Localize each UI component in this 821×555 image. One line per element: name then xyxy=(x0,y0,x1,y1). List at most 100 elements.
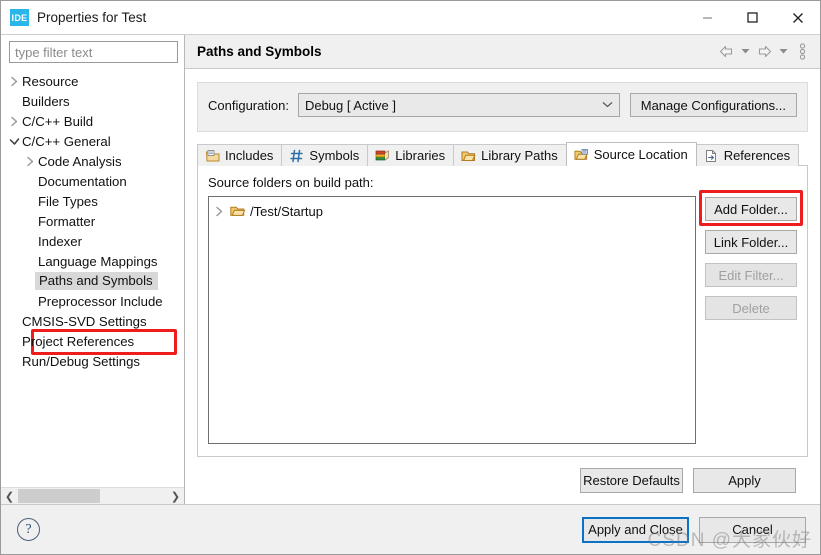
filter-container xyxy=(1,35,184,67)
chevron-right-icon[interactable] xyxy=(7,76,21,87)
forward-dropdown-chevron-down-icon[interactable] xyxy=(775,42,792,62)
sidebar-item-c-c-build[interactable]: C/C++ Build xyxy=(1,111,184,131)
tab-bar[interactable]: Includes Symbols Libraries Library Paths Sou… xyxy=(197,142,808,166)
tab-includes[interactable]: Includes xyxy=(197,144,283,166)
symbols-hash-icon xyxy=(289,148,304,163)
sidebar-item-c-c-general[interactable]: C/C++ General xyxy=(1,131,184,151)
references-icon xyxy=(704,148,719,163)
tab-label: Library Paths xyxy=(481,148,558,163)
sidebar-item-label: Run/Debug Settings xyxy=(22,353,141,369)
sidebar-item-label: CMSIS-SVD Settings xyxy=(22,313,147,329)
tab-label: Libraries xyxy=(395,148,446,163)
sidebar-item-label: Resource xyxy=(22,73,79,89)
sidebar-item-label: Documentation xyxy=(38,173,127,189)
help-icon[interactable]: ? xyxy=(17,518,40,541)
folder-icon xyxy=(230,205,246,218)
tabs-area: Includes Symbols Libraries Library Paths Sou… xyxy=(197,142,808,504)
libraries-icon xyxy=(375,148,390,163)
configuration-selected-value: Debug [ Active ] xyxy=(304,97,397,113)
sidebar-item-label: Project References xyxy=(22,333,135,349)
maximize-icon[interactable] xyxy=(730,1,775,34)
sidebar-item-documentation[interactable]: Documentation xyxy=(1,171,184,191)
sidebar-item-label: C/C++ Build xyxy=(22,113,94,129)
source-folders-label: Source folders on build path: xyxy=(208,175,374,190)
library-paths-icon xyxy=(461,148,476,163)
apply-row: Restore Defaults Apply xyxy=(197,457,808,504)
chevron-down-icon[interactable] xyxy=(7,137,21,146)
source-folders-list[interactable]: /Test/Startup xyxy=(208,196,696,444)
tab-label: Symbols xyxy=(309,148,360,163)
page-toolbar xyxy=(718,42,820,62)
sidebar-item-formatter[interactable]: Formatter xyxy=(1,211,184,231)
sidebar-item-indexer[interactable]: Indexer xyxy=(1,231,184,251)
chevron-right-icon[interactable] xyxy=(7,116,21,127)
tab-source-location[interactable]: Source Location xyxy=(565,142,697,166)
close-icon[interactable] xyxy=(775,1,820,34)
source-folder-path: /Test/Startup xyxy=(250,204,323,219)
configuration-label: Configuration: xyxy=(208,97,289,113)
properties-dialog: IDE Properties for Test Resource Builders… xyxy=(0,0,821,555)
configuration-select[interactable]: Debug [ Active ] xyxy=(297,93,620,117)
source-folders-body: /Test/Startup Add Folder... Link Folder..… xyxy=(208,190,803,444)
edit-filter-button: Edit Filter... xyxy=(705,263,797,287)
chevron-right-icon[interactable] xyxy=(213,206,226,217)
sidebar-item-label: Paths and Symbols xyxy=(35,272,158,290)
source-location-panel: Source folders on build path: /Test/Star… xyxy=(197,165,808,457)
sidebar-item-label: Builders xyxy=(22,93,70,109)
scrollbar-thumb[interactable] xyxy=(18,489,100,503)
sidebar-item-label: Indexer xyxy=(38,233,82,249)
sidebar-item-cmsis-svd-settings[interactable]: CMSIS-SVD Settings xyxy=(1,311,184,331)
tab-references[interactable]: References xyxy=(695,144,800,166)
sidebar-item-label: Language Mappings xyxy=(38,253,158,269)
sidebar-item-code-analysis[interactable]: Code Analysis xyxy=(1,151,184,171)
minimize-icon[interactable] xyxy=(685,1,730,34)
settings-tree[interactable]: Resource Builders C/C++ Build C/C++ General… xyxy=(1,67,184,487)
sidebar-item-language-mappings[interactable]: Language Mappings xyxy=(1,251,184,271)
configuration-group: Configuration: Debug [ Active ] Manage C… xyxy=(197,82,808,132)
scrollbar-track[interactable] xyxy=(18,488,167,504)
link-folder-button[interactable]: Link Folder... xyxy=(705,230,797,254)
includes-icon xyxy=(205,148,220,163)
settings-sidebar: Resource Builders C/C++ Build C/C++ General… xyxy=(1,35,185,504)
sidebar-item-preprocessor-include[interactable]: Preprocessor Include xyxy=(1,291,184,311)
sidebar-item-file-types[interactable]: File Types xyxy=(1,191,184,211)
filter-input[interactable] xyxy=(9,41,178,63)
back-arrow-icon[interactable] xyxy=(718,42,735,62)
sidebar-item-project-references[interactable]: Project References xyxy=(1,331,184,351)
page-title: Paths and Symbols xyxy=(197,44,322,59)
dialog-footer: ? Apply and Close Cancel CSDN @大家伙好 xyxy=(1,504,820,554)
cancel-button[interactable]: Cancel xyxy=(699,516,806,543)
tab-label: References xyxy=(723,148,791,163)
sidebar-item-label: Formatter xyxy=(38,213,96,229)
ide-app-icon: IDE xyxy=(10,9,29,26)
forward-arrow-icon[interactable] xyxy=(756,42,773,62)
sidebar-item-label: Code Analysis xyxy=(38,153,122,169)
chevron-right-icon[interactable] xyxy=(23,156,37,167)
apply-button[interactable]: Apply xyxy=(693,468,796,493)
back-dropdown-chevron-down-icon[interactable] xyxy=(737,42,754,62)
delete-button: Delete xyxy=(705,296,797,320)
sidebar-item-resource[interactable]: Resource xyxy=(1,71,184,91)
tab-libraries[interactable]: Libraries xyxy=(367,144,455,166)
sidebar-item-builders[interactable]: Builders xyxy=(1,91,184,111)
sidebar-item-run-debug-settings[interactable]: Run/Debug Settings xyxy=(1,351,184,371)
sidebar-item-label: Preprocessor Include xyxy=(38,293,163,309)
sidebar-item-paths-and-symbols[interactable]: Paths and Symbols xyxy=(1,271,184,291)
add-folder-button[interactable]: Add Folder... xyxy=(705,197,797,221)
sidebar-horizontal-scrollbar[interactable]: ❮ ❯ xyxy=(1,487,184,504)
chevron-down-icon xyxy=(602,100,613,110)
page-header: Paths and Symbols xyxy=(185,35,820,69)
view-menu-icon[interactable] xyxy=(794,42,811,62)
source-folder-row[interactable]: /Test/Startup xyxy=(213,202,691,221)
scroll-left-icon[interactable]: ❮ xyxy=(1,488,18,504)
tab-symbols[interactable]: Symbols xyxy=(281,144,369,166)
restore-defaults-button[interactable]: Restore Defaults xyxy=(580,468,683,493)
footer-buttons: Apply and Close Cancel xyxy=(582,516,806,543)
scroll-right-icon[interactable]: ❯ xyxy=(167,488,184,504)
tab-label: Includes xyxy=(225,148,274,163)
tab-library-paths[interactable]: Library Paths xyxy=(453,144,567,166)
apply-and-close-button[interactable]: Apply and Close xyxy=(582,516,689,543)
manage-configurations-button[interactable]: Manage Configurations... xyxy=(629,93,797,117)
sidebar-item-label: C/C++ General xyxy=(22,133,111,149)
window-title: Properties for Test xyxy=(37,10,147,25)
